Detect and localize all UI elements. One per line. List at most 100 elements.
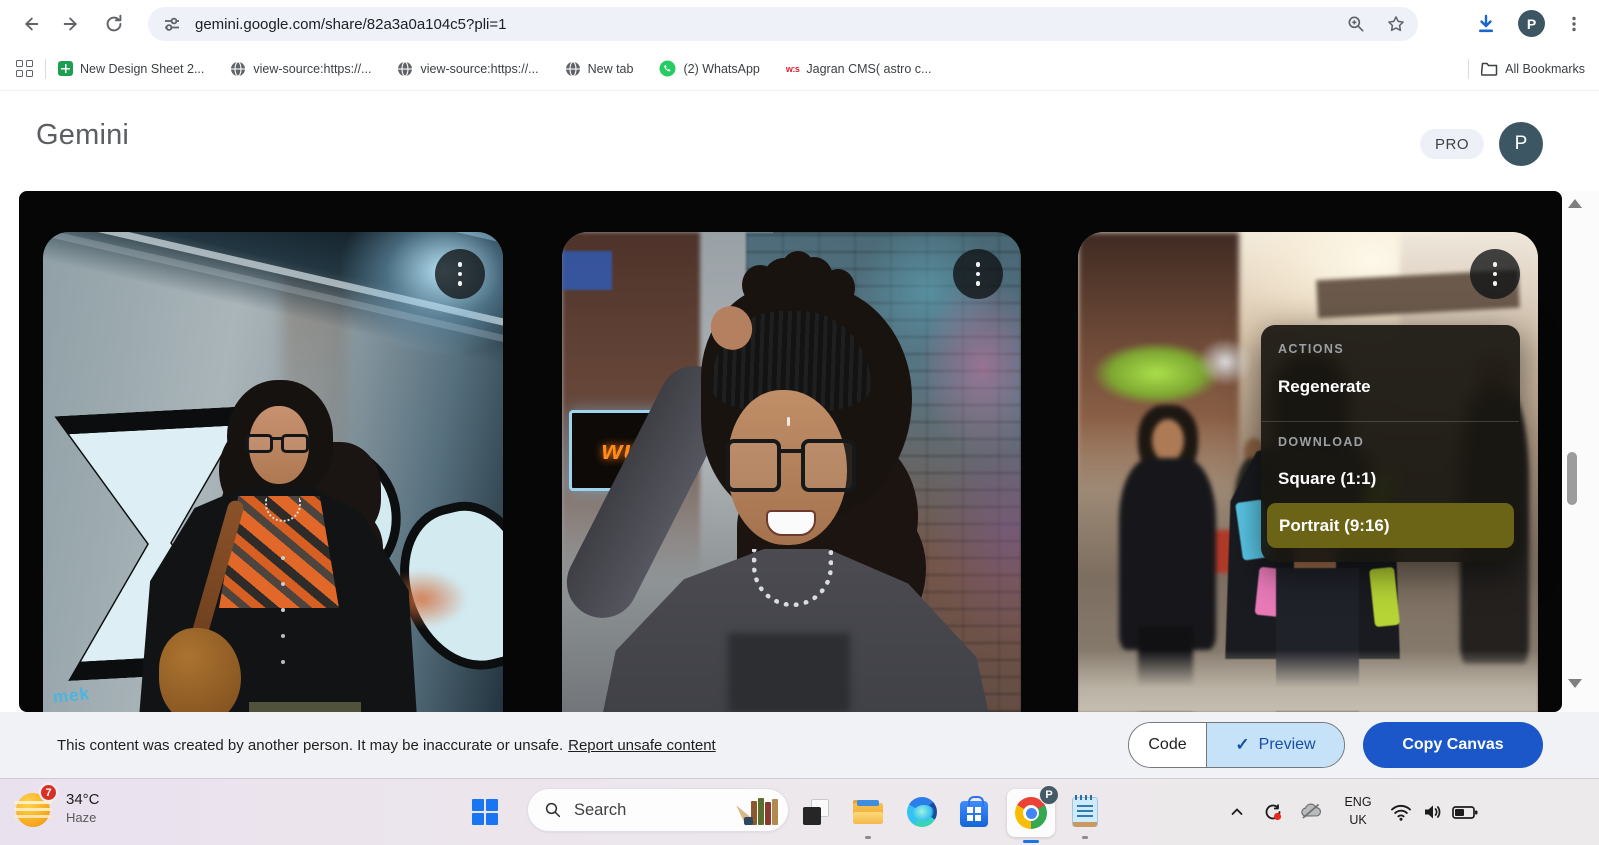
bookmark-view-source-1[interactable]: view-source:https://...	[230, 60, 371, 77]
globe-icon	[398, 60, 413, 77]
globe-icon	[231, 60, 246, 77]
footer-bar: This content was created by another pers…	[0, 712, 1599, 778]
tray-chevron-up-icon[interactable]	[1222, 797, 1252, 827]
battery-icon[interactable]	[1450, 797, 1480, 827]
volume-icon[interactable]	[1418, 797, 1448, 827]
photo2-bindi	[786, 416, 790, 426]
menu-item-square[interactable]: Square (1:1)	[1278, 469, 1376, 489]
notepad-icon[interactable]	[1066, 793, 1104, 831]
weather-widget[interactable]: 7 34°C Haze	[14, 783, 100, 829]
menu-actions-header: ACTIONS	[1278, 342, 1345, 356]
generated-image-card-1[interactable]: mek	[43, 232, 503, 712]
gemini-account-avatar[interactable]: P	[1499, 122, 1543, 166]
browser-profile-avatar[interactable]: P	[1518, 10, 1545, 37]
microsoft-store-icon[interactable]	[955, 793, 993, 831]
search-placeholder: Search	[574, 800, 627, 819]
report-unsafe-content-link[interactable]: Report unsafe content	[568, 737, 716, 754]
page-scrollbar[interactable]	[1562, 191, 1599, 712]
windows-taskbar: 7 34°C Haze Search P ENG UK	[0, 778, 1599, 845]
page-title: Gemini	[36, 119, 130, 151]
pro-badge: PRO	[1419, 129, 1484, 159]
haze-weather-icon: 7	[14, 783, 58, 829]
menu-item-portrait-highlighted[interactable]: Portrait (9:16)	[1267, 503, 1514, 548]
image-options-context-menu: ACTIONS Regenerate DOWNLOAD Square (1:1)…	[1261, 325, 1520, 562]
windows-start-icon[interactable]	[472, 799, 499, 826]
bookmarks-separator	[1468, 58, 1470, 79]
onedrive-paused-cloud-icon[interactable]	[1296, 797, 1326, 827]
photo2-smile	[765, 509, 817, 537]
reload-icon[interactable]	[101, 11, 127, 37]
taskbar-search-box[interactable]: Search	[527, 788, 789, 832]
edge-browser-icon[interactable]	[903, 793, 941, 831]
bookmark-star-icon[interactable]	[1386, 14, 1406, 34]
code-preview-toggle: Code ✓ Preview	[1128, 722, 1345, 768]
active-app-indicator	[1023, 840, 1039, 843]
sync-alert-icon[interactable]	[1258, 797, 1288, 827]
photo2-blue-sign	[562, 251, 613, 290]
copy-canvas-button[interactable]: Copy Canvas	[1363, 722, 1543, 768]
photo1-graffiti-tag-text: mek	[52, 684, 91, 707]
file-explorer-icon[interactable]	[849, 793, 887, 831]
bookmarks-separator	[45, 58, 46, 79]
image1-options-kebab-button[interactable]	[435, 249, 485, 299]
all-bookmarks-button[interactable]: All Bookmarks	[1481, 61, 1585, 76]
preview-tab[interactable]: ✓ Preview	[1206, 723, 1344, 767]
bookmark-new-tab[interactable]: New tab	[565, 60, 633, 77]
screen: gemini.google.com/share/82a3a0a104c5?pli…	[0, 0, 1599, 845]
download-icon[interactable]	[1474, 12, 1498, 36]
language-primary: ENG	[1344, 795, 1372, 809]
menu-download-header: DOWNLOAD	[1278, 435, 1365, 449]
scroll-down-arrow-icon[interactable]	[1568, 679, 1582, 688]
check-icon: ✓	[1235, 735, 1250, 754]
browser-menu-kebab-icon[interactable]	[1565, 15, 1583, 33]
sheets-icon	[58, 61, 73, 76]
scroll-up-arrow-icon[interactable]	[1568, 199, 1582, 208]
photo1-woman-denim-jacket	[139, 380, 417, 712]
canvas: mek wuf ACTIONS Regenerate DOWNLOAD Squa…	[19, 191, 1562, 712]
bookmark-whatsapp[interactable]: (2) WhatsApp	[659, 60, 760, 77]
image2-options-kebab-button[interactable]	[953, 249, 1003, 299]
code-tab[interactable]: Code	[1129, 723, 1206, 767]
photo1-olive-pants	[249, 702, 361, 712]
search-icon	[545, 802, 561, 818]
bookmark-new-design-sheet[interactable]: New Design Sheet 2...	[58, 61, 204, 76]
site-settings-tune-icon[interactable]	[163, 15, 181, 33]
generated-image-card-2[interactable]: wuf	[562, 232, 1021, 712]
jagran-favicon: w:s	[785, 63, 800, 74]
running-indicator	[1082, 836, 1088, 839]
photo2-woman-beanie	[562, 257, 997, 712]
address-bar[interactable]: gemini.google.com/share/82a3a0a104c5?pli…	[148, 7, 1418, 41]
wifi-icon[interactable]	[1386, 797, 1416, 827]
bookmark-view-source-2[interactable]: view-source:https://...	[397, 60, 539, 77]
photo1-jacket-buttons	[281, 556, 285, 560]
task-view-icon[interactable]	[797, 793, 835, 831]
zoom-icon[interactable]	[1346, 14, 1366, 34]
content-disclaimer: This content was created by another pers…	[57, 712, 716, 778]
scrollbar-thumb[interactable]	[1567, 452, 1577, 505]
photo2-glasses	[726, 438, 856, 492]
image3-options-kebab-button[interactable]	[1470, 249, 1520, 299]
chrome-profile-badge: P	[1039, 785, 1059, 805]
notification-badge: 7	[39, 783, 58, 802]
browser-toolbar: gemini.google.com/share/82a3a0a104c5?pli…	[0, 0, 1599, 47]
chrome-taskbar-active-icon[interactable]: P	[1007, 785, 1059, 843]
bookmark-jagran-cms[interactable]: w:s Jagran CMS( astro c...	[786, 62, 932, 76]
whatsapp-icon	[659, 60, 676, 77]
forward-icon[interactable]	[59, 11, 85, 37]
search-doodle-books-quill-icon	[732, 795, 778, 826]
language-indicator[interactable]: ENG UK	[1338, 793, 1378, 829]
language-secondary: UK	[1349, 813, 1367, 828]
weather-temperature: 34°C	[66, 791, 100, 808]
globe-icon	[565, 60, 580, 77]
url-text[interactable]: gemini.google.com/share/82a3a0a104c5?pli…	[195, 16, 506, 33]
apps-grid-icon[interactable]	[16, 60, 33, 77]
bookmarks-bar: New Design Sheet 2... view-source:https:…	[0, 47, 1599, 91]
back-icon[interactable]	[17, 11, 43, 37]
photo2-hoodie-graphic	[728, 633, 851, 712]
weather-condition: Haze	[66, 810, 97, 825]
menu-item-regenerate[interactable]: Regenerate	[1278, 377, 1371, 397]
running-indicator	[865, 836, 871, 839]
photo3-pavement	[1078, 649, 1538, 712]
preview-tab-label: Preview	[1258, 736, 1316, 753]
menu-divider	[1262, 421, 1519, 422]
